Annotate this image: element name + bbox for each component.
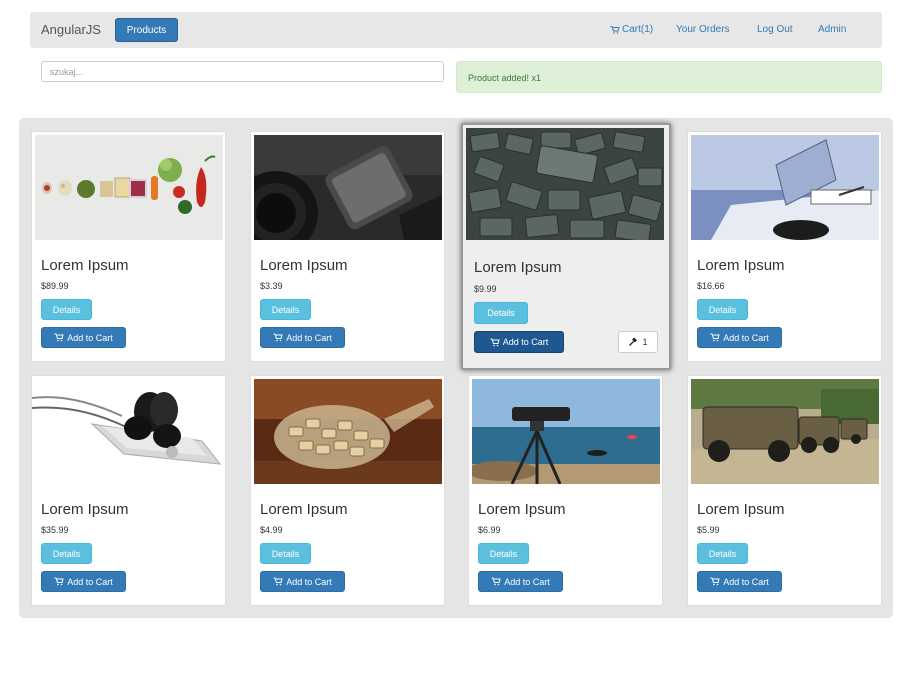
top-navbar: AngularJS Products Cart(1) Your Orders L… — [30, 12, 882, 48]
cart-label: Cart(1) — [622, 24, 654, 35]
product-price: $16.66 — [697, 281, 725, 291]
add-to-cart-label: Add to Cart — [67, 576, 113, 587]
cart-icon — [273, 577, 283, 586]
cart-link[interactable]: Cart(1) — [610, 24, 653, 35]
add-to-cart-button[interactable]: Add to Cart — [697, 571, 782, 592]
your-orders-link[interactable]: Your Orders — [676, 24, 730, 35]
add-to-cart-label: Add to Cart — [286, 332, 332, 343]
cart-icon — [54, 333, 64, 342]
product-price: $6.99 — [478, 525, 501, 535]
product-price: $4.99 — [260, 525, 283, 535]
add-to-cart-button[interactable]: Add to Cart — [41, 571, 126, 592]
cart-quantity-badge[interactable]: 1 — [618, 331, 658, 353]
products-nav-button[interactable]: Products — [115, 18, 178, 42]
product-card: Lorem Ipsum $4.99 Details Add to Cart — [250, 375, 445, 606]
add-to-cart-button[interactable]: Add to Cart — [260, 327, 345, 348]
product-title: Lorem Ipsum — [474, 259, 562, 276]
product-image-keyboard[interactable] — [466, 128, 664, 240]
product-title: Lorem Ipsum — [697, 501, 785, 518]
product-card: Lorem Ipsum $89.99 Details Add to Cart — [31, 131, 226, 362]
add-to-cart-label: Add to Cart — [286, 576, 332, 587]
log-out-link[interactable]: Log Out — [757, 24, 793, 35]
details-button[interactable]: Details — [41, 543, 92, 564]
details-button[interactable]: Details — [697, 543, 748, 564]
brand-link[interactable]: AngularJS — [41, 22, 101, 37]
product-image-camera-tripod[interactable] — [472, 379, 660, 484]
product-card: Lorem Ipsum $6.99 Details Add to Cart — [468, 375, 663, 606]
product-image-vegetables[interactable] — [35, 135, 223, 240]
cart-icon — [710, 333, 720, 342]
product-price: $89.99 — [41, 281, 69, 291]
cart-icon — [490, 338, 500, 346]
cart-quantity-value: 1 — [642, 337, 648, 347]
add-to-cart-button[interactable]: Add to Cart — [260, 571, 345, 592]
product-image-phone[interactable] — [254, 135, 442, 240]
details-button[interactable]: Details — [478, 543, 529, 564]
details-button[interactable]: Details — [260, 299, 311, 320]
add-to-cart-label: Add to Cart — [723, 576, 769, 587]
product-image-corks[interactable] — [254, 379, 442, 484]
cart-icon — [610, 25, 620, 34]
product-price: $3.39 — [260, 281, 283, 291]
cart-icon — [710, 577, 720, 586]
product-title: Lorem Ipsum — [478, 501, 566, 518]
details-button[interactable]: Details — [41, 299, 92, 320]
cart-icon — [54, 577, 64, 586]
add-to-cart-button[interactable]: Add to Cart — [474, 331, 564, 353]
admin-link[interactable]: Admin — [818, 24, 846, 35]
product-price: $9.99 — [474, 284, 497, 294]
product-price: $5.99 — [697, 525, 720, 535]
product-added-alert: Product added! x1 — [456, 61, 882, 93]
cart-icon — [273, 333, 283, 342]
add-to-cart-button[interactable]: Add to Cart — [41, 327, 126, 348]
product-card: Lorem Ipsum $16.66 Details Add to Cart — [687, 131, 882, 362]
gavel-icon — [629, 337, 638, 346]
product-image-vehicles[interactable] — [691, 379, 879, 484]
product-image-earphones[interactable] — [32, 376, 225, 484]
details-button[interactable]: Details — [697, 299, 748, 320]
details-button[interactable]: Details — [474, 302, 528, 324]
product-title: Lorem Ipsum — [260, 257, 348, 274]
product-title: Lorem Ipsum — [260, 501, 348, 518]
add-to-cart-label: Add to Cart — [67, 332, 113, 343]
product-price: $35.99 — [41, 525, 69, 535]
cart-icon — [491, 577, 501, 586]
add-to-cart-label: Add to Cart — [723, 332, 769, 343]
details-button[interactable]: Details — [260, 543, 311, 564]
add-to-cart-button[interactable]: Add to Cart — [478, 571, 563, 592]
product-card: Lorem Ipsum $35.99 Details Add to Cart — [31, 375, 226, 606]
product-image-turntable[interactable] — [691, 135, 879, 240]
add-to-cart-label: Add to Cart — [502, 337, 549, 347]
product-title: Lorem Ipsum — [41, 501, 129, 518]
product-card-featured: Lorem Ipsum $9.99 Details Add to Cart 1 — [461, 123, 671, 370]
add-to-cart-label: Add to Cart — [504, 576, 550, 587]
product-title: Lorem Ipsum — [697, 257, 785, 274]
add-to-cart-button[interactable]: Add to Cart — [697, 327, 782, 348]
product-card: Lorem Ipsum $5.99 Details Add to Cart — [687, 375, 882, 606]
product-title: Lorem Ipsum — [41, 257, 129, 274]
product-card: Lorem Ipsum $3.39 Details Add to Cart — [250, 131, 445, 362]
search-input[interactable] — [41, 61, 444, 82]
